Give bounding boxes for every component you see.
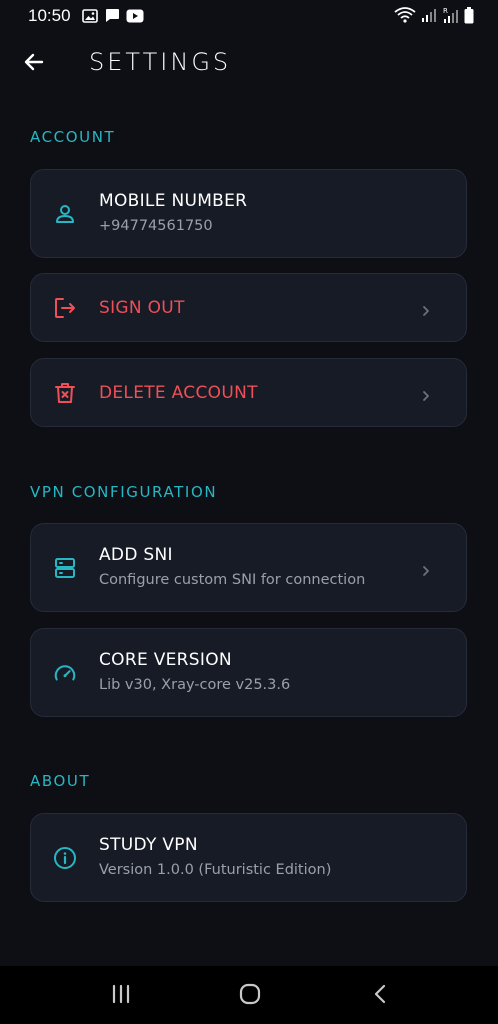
core-version-title: CORE VERSION <box>99 650 232 670</box>
home-button[interactable] <box>236 982 264 1010</box>
youtube-icon <box>126 8 144 27</box>
server-icon <box>53 556 77 580</box>
add-sni-title: ADD SNI <box>99 545 173 565</box>
section-header-vpn-configuration: VPN CONFIGURATION <box>30 483 218 501</box>
app-info-card[interactable]: STUDY VPN Version 1.0.0 (Futuristic Edit… <box>30 813 467 902</box>
section-header-account: ACCOUNT <box>30 128 116 146</box>
page-title: SETTINGS <box>89 48 232 76</box>
delete-account-label: DELETE ACCOUNT <box>99 383 258 403</box>
app-header: SETTINGS <box>0 42 498 86</box>
status-bar: 10:50 R <box>0 0 498 34</box>
delete-account-button[interactable]: DELETE ACCOUNT <box>30 358 467 427</box>
app-name: STUDY VPN <box>99 835 198 855</box>
signal-icon <box>422 7 436 27</box>
add-sni-description: Configure custom SNI for connection <box>99 572 366 588</box>
gallery-icon <box>82 8 98 27</box>
back-icon <box>370 983 390 1009</box>
chevron-right-icon <box>420 562 432 576</box>
system-navigation-bar <box>0 966 498 1024</box>
notification-icons <box>82 8 144 27</box>
mobile-number-value: +94774561750 <box>99 218 213 234</box>
add-sni-button[interactable]: ADD SNI Configure custom SNI for connect… <box>30 523 467 612</box>
sign-out-label: SIGN OUT <box>99 298 185 318</box>
back-button[interactable] <box>20 50 48 78</box>
settings-screen: 10:50 R SETTINGS ACCOUNT MOBILE NUMBER +… <box>0 0 498 1024</box>
wifi-icon <box>394 7 416 27</box>
recents-button[interactable] <box>107 982 135 1010</box>
chat-icon <box>104 8 120 27</box>
person-icon <box>53 202 77 226</box>
core-version-card[interactable]: CORE VERSION Lib v30, Xray-core v25.3.6 <box>30 628 467 717</box>
system-back-button[interactable] <box>366 982 394 1010</box>
speedometer-icon <box>53 661 77 685</box>
recents-icon <box>110 984 132 1008</box>
app-version: Version 1.0.0 (Futuristic Edition) <box>99 862 332 878</box>
battery-icon <box>464 6 474 28</box>
chevron-right-icon <box>420 302 432 316</box>
signal-roaming-icon: R <box>442 6 458 28</box>
mobile-number-card[interactable]: MOBILE NUMBER +94774561750 <box>30 169 467 258</box>
mobile-number-title: MOBILE NUMBER <box>99 191 248 211</box>
arrow-left-icon <box>22 50 46 78</box>
svg-text:R: R <box>443 7 448 15</box>
status-time: 10:50 <box>28 6 71 25</box>
info-icon <box>53 846 77 870</box>
core-version-value: Lib v30, Xray-core v25.3.6 <box>99 677 291 693</box>
trash-icon <box>53 381 77 405</box>
home-icon <box>238 982 262 1010</box>
section-header-about: ABOUT <box>30 772 91 790</box>
logout-icon <box>53 296 77 320</box>
system-status-icons: R <box>394 6 474 28</box>
chevron-right-icon <box>420 387 432 401</box>
sign-out-button[interactable]: SIGN OUT <box>30 273 467 342</box>
